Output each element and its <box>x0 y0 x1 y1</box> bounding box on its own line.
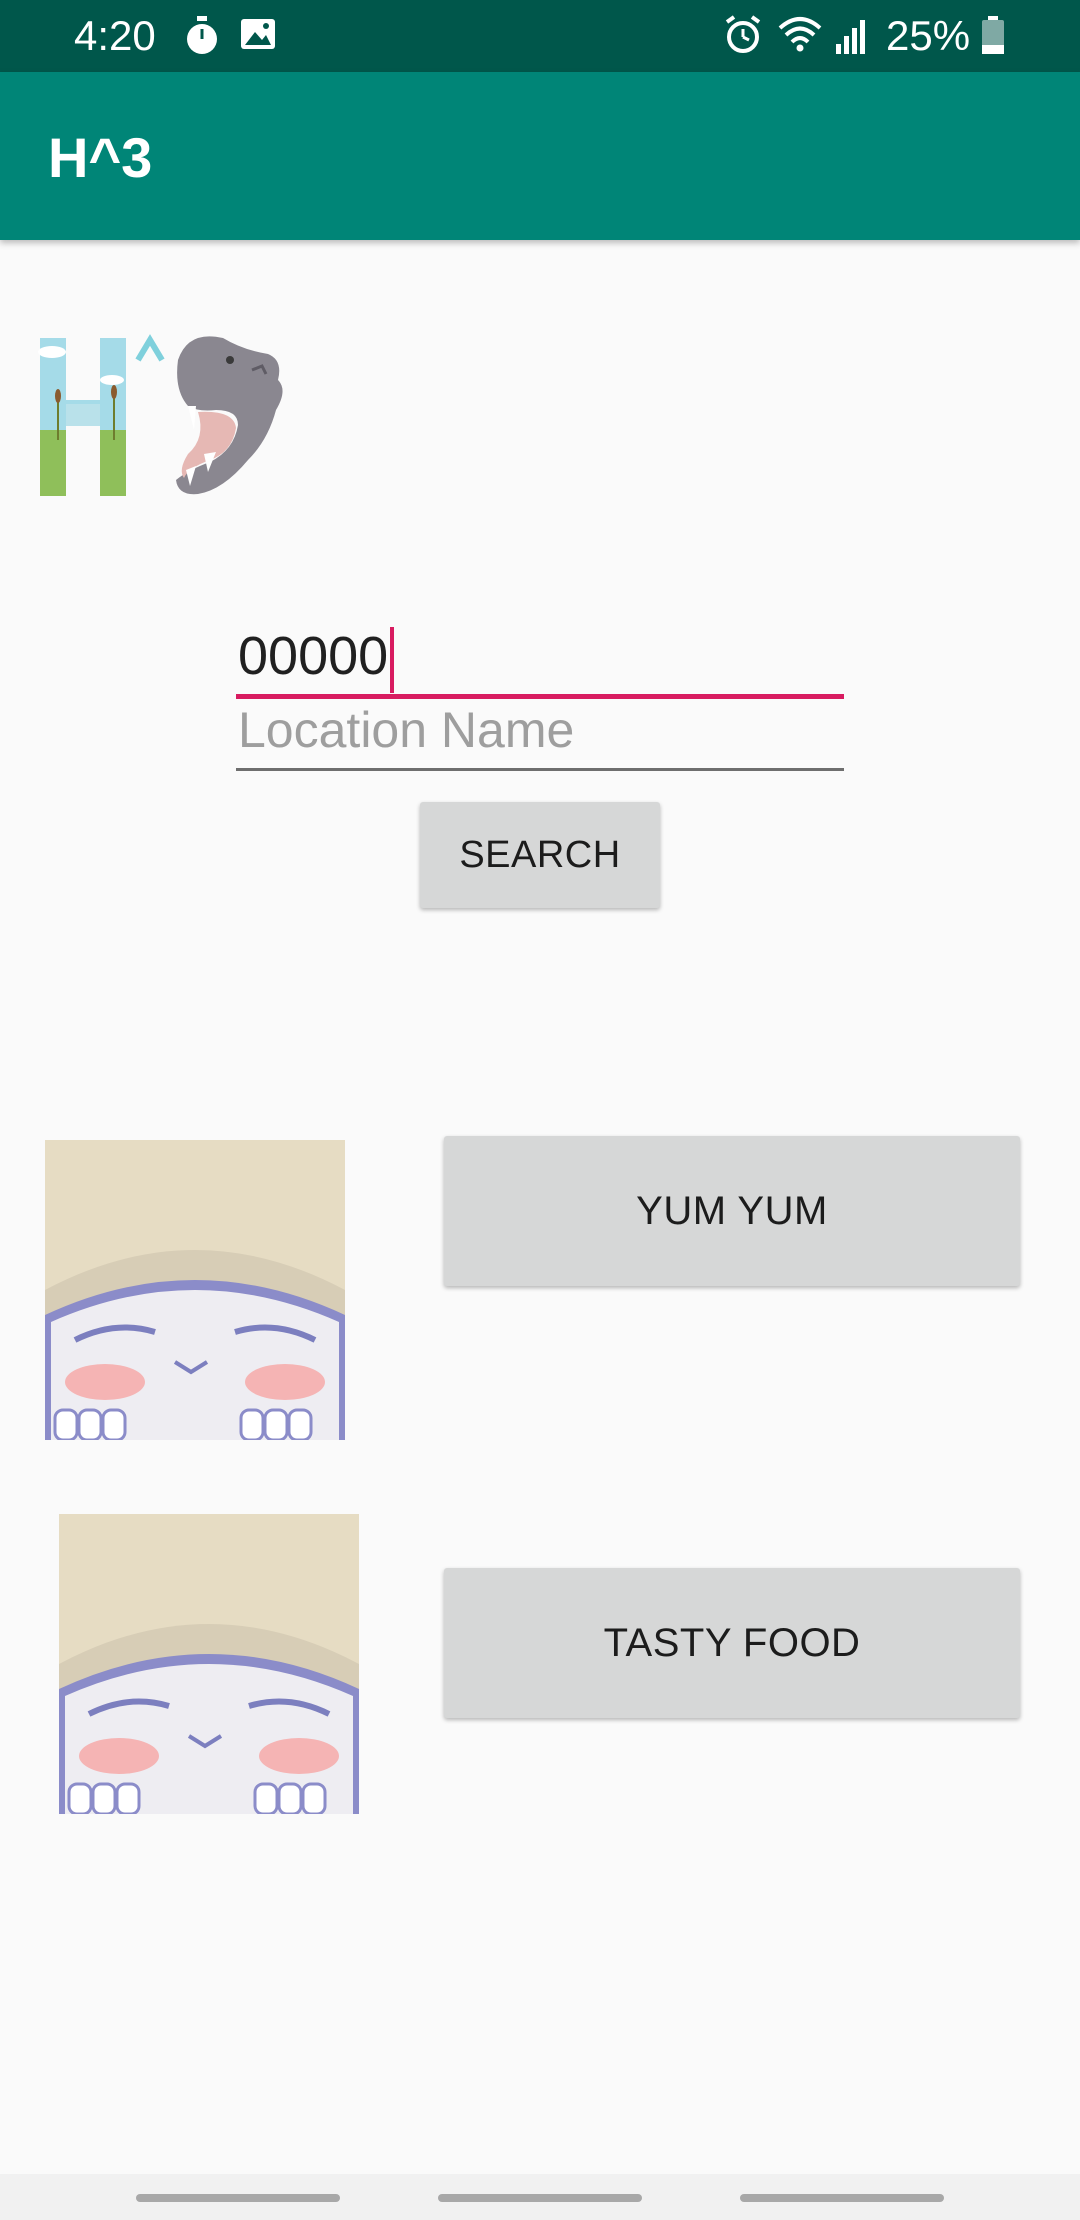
navigation-bar <box>0 2174 1080 2220</box>
hippo-logo <box>38 330 318 500</box>
nav-home-handle[interactable] <box>438 2194 642 2202</box>
result-button-yum-yum[interactable]: YUM YUM <box>444 1136 1020 1286</box>
zip-code-input[interactable]: 00000 <box>236 612 844 702</box>
location-name-placeholder: Location Name <box>238 702 575 758</box>
signal-icon <box>834 14 870 61</box>
result-button-tasty-food[interactable]: TASTY FOOD <box>444 1568 1020 1718</box>
app-bar: H^3 <box>0 72 1080 240</box>
app-title: H^3 <box>48 126 153 189</box>
result-thumbnail <box>59 1514 359 1814</box>
image-icon <box>238 14 278 59</box>
zip-code-value: 00000 <box>238 616 395 696</box>
location-name-input[interactable]: Location Name <box>236 696 844 772</box>
nav-recents-handle[interactable] <box>136 2194 340 2202</box>
location-underline <box>236 768 844 771</box>
status-bar: 4:20 25% <box>0 0 1080 72</box>
battery-icon <box>980 14 1006 61</box>
stopwatch-icon <box>184 14 220 63</box>
nav-back-handle[interactable] <box>740 2194 944 2202</box>
battery-percent: 25% <box>886 12 971 59</box>
status-time: 4:20 <box>74 12 156 59</box>
text-cursor <box>390 626 395 693</box>
alarm-icon <box>722 14 764 61</box>
wifi-icon <box>776 14 824 61</box>
search-button[interactable]: SEARCH <box>420 802 660 908</box>
result-thumbnail <box>45 1140 345 1440</box>
